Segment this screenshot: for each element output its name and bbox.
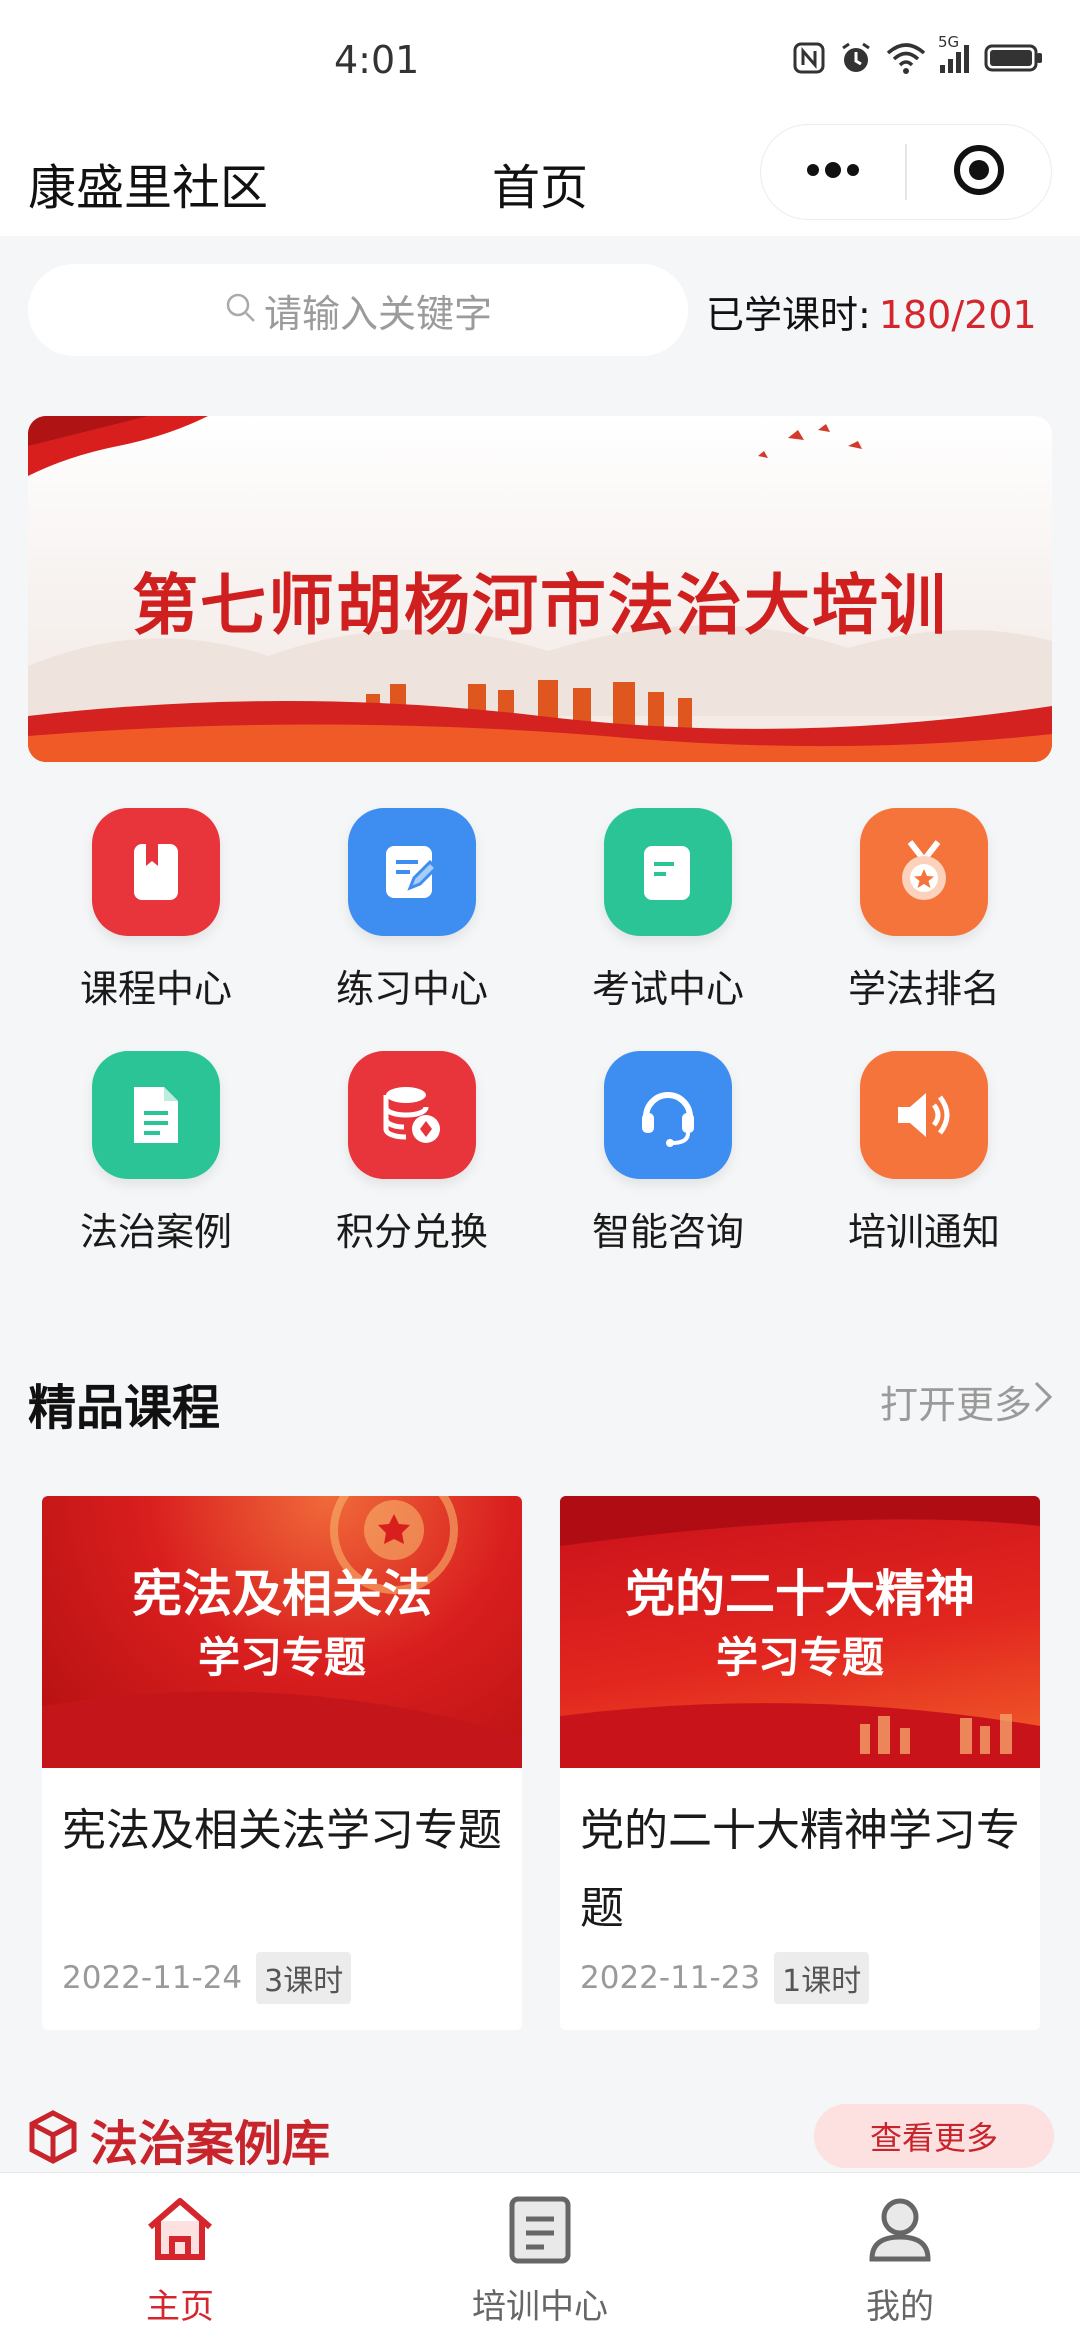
menu-label: 练习中心	[335, 967, 488, 1011]
close-target-button[interactable]	[907, 125, 1051, 219]
search-input[interactable]: 请输入关键字	[28, 264, 688, 356]
menu-label: 课程中心	[79, 967, 232, 1011]
tab-mine[interactable]: 我的	[720, 2173, 1080, 2338]
community-name[interactable]: 康盛里社区	[28, 148, 268, 218]
case-more-button[interactable]: 查看更多	[814, 2104, 1054, 2168]
chevron-right-icon	[1032, 1379, 1054, 1424]
course-date: 2022-11-24	[62, 1960, 243, 1996]
course-card[interactable]: 党的二十大精神 学习专题 党的二十大精神学习专题 2022-11-23 1课时	[560, 1496, 1040, 2030]
course-cover: 宪法及相关法 学习专题	[42, 1496, 522, 1768]
banner[interactable]: 第七师胡杨河市法治大培训	[28, 416, 1052, 762]
feature-menu: 课程中心 练习中心 考试中心 学法排名 法治案例 积分兑换 智能咨询 培训通知	[28, 808, 1052, 1256]
training-doc-icon	[500, 2189, 580, 2273]
course-cover-line2: 学习专题	[715, 1633, 884, 1682]
course-title: 宪法及相关法学习专题	[62, 1805, 502, 1856]
file-text-icon	[92, 1051, 220, 1179]
menu-label: 智能咨询	[591, 1210, 744, 1254]
menu-item-exam-center[interactable]: 考试中心	[540, 808, 796, 1013]
tab-label: 主页	[146, 2287, 214, 2327]
menu-item-training-notice[interactable]: 培训通知	[796, 1051, 1052, 1256]
home-icon	[140, 2189, 220, 2273]
medal-icon	[860, 808, 988, 936]
case-library-title: 法治案例库	[90, 2116, 331, 2172]
status-bar: 4:01 5G	[0, 0, 1080, 120]
coins-database-icon	[348, 1051, 476, 1179]
status-time: 4:01	[334, 38, 420, 82]
nfc-icon	[792, 41, 826, 75]
course-cover-line2: 学习专题	[197, 1633, 366, 1682]
tab-label: 培训中心	[472, 2287, 608, 2327]
menu-label: 法治案例	[79, 1210, 232, 1254]
mini-program-capsule	[760, 124, 1052, 220]
signal-5g-icon: 5G	[938, 33, 972, 75]
course-cover-line1: 宪法及相关法	[132, 1565, 432, 1623]
course-cover: 党的二十大精神 学习专题	[560, 1496, 1040, 1768]
menu-label: 培训通知	[847, 1210, 1000, 1254]
menu-label: 学法排名	[847, 967, 1000, 1011]
tab-training-center[interactable]: 培训中心	[360, 2173, 720, 2338]
menu-item-smart-consult[interactable]: 智能咨询	[540, 1051, 796, 1256]
target-icon	[951, 142, 1007, 202]
bookmark-book-icon	[92, 808, 220, 936]
alarm-icon	[838, 40, 874, 76]
case-library-header: 法治案例库	[28, 2104, 330, 2174]
wifi-icon	[886, 41, 926, 75]
menu-item-ranking[interactable]: 学法排名	[796, 808, 1052, 1013]
menu-label: 考试中心	[591, 967, 744, 1011]
menu-item-practice-center[interactable]: 练习中心	[284, 808, 540, 1013]
menu-item-law-cases[interactable]: 法治案例	[28, 1051, 284, 1256]
learned-hours: 已学课时: 180/201	[706, 284, 1037, 339]
tab-label: 我的	[866, 2287, 934, 2327]
course-meta: 2022-11-23 1课时	[580, 1952, 870, 2004]
course-title: 党的二十大精神学习专题	[580, 1805, 1020, 1934]
featured-more-label: 打开更多	[879, 1383, 1032, 1427]
featured-section-title: 精品课程	[28, 1380, 221, 1436]
speaker-icon	[860, 1051, 988, 1179]
headset-icon	[604, 1051, 732, 1179]
course-hours-badge: 3课时	[256, 1952, 352, 2004]
more-dots-icon	[803, 160, 863, 184]
search-icon	[224, 291, 258, 329]
document-icon	[604, 808, 732, 936]
course-hours-badge: 1课时	[774, 1952, 870, 2004]
user-icon	[860, 2189, 940, 2273]
featured-more-link[interactable]: 打开更多	[880, 1374, 1054, 1429]
course-card[interactable]: 宪法及相关法 学习专题 宪法及相关法学习专题 2022-11-24 3课时	[42, 1496, 522, 2030]
course-date: 2022-11-23	[580, 1960, 761, 1996]
menu-item-course-center[interactable]: 课程中心	[28, 808, 284, 1013]
banner-title: 第七师胡杨河市法治大培训	[132, 567, 948, 644]
menu-label: 积分兑换	[335, 1210, 488, 1254]
search-placeholder: 请输入关键字	[263, 291, 492, 336]
tab-home[interactable]: 主页	[0, 2173, 360, 2338]
course-meta: 2022-11-24 3课时	[62, 1952, 352, 2004]
menu-item-points-exchange[interactable]: 积分兑换	[284, 1051, 540, 1256]
more-dots-button[interactable]	[761, 125, 905, 219]
status-icons: 5G	[792, 33, 1044, 76]
edit-note-icon	[348, 808, 476, 936]
course-cover-line1: 党的二十大精神	[625, 1565, 975, 1623]
learned-hours-value: 180/201	[878, 293, 1037, 337]
learned-hours-label: 已学课时:	[706, 293, 871, 337]
cube-icon	[28, 2110, 78, 2168]
bottom-tab-bar: 主页 培训中心 我的	[0, 2172, 1080, 2338]
battery-icon	[984, 43, 1044, 73]
network-label: 5G	[938, 33, 960, 51]
